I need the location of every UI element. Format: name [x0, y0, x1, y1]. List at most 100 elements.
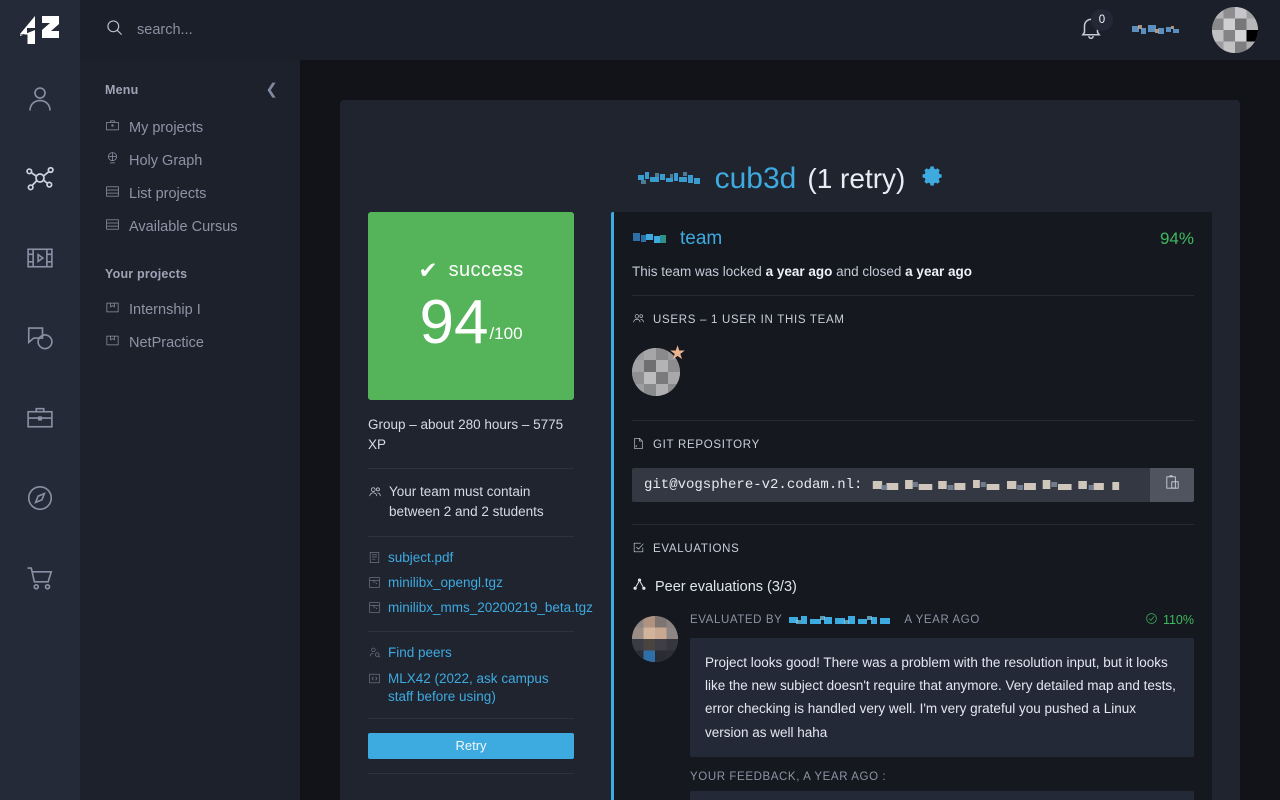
evaluation-percent: 110%	[1145, 612, 1194, 628]
divider	[368, 772, 574, 774]
copy-git-url-button[interactable]	[1150, 468, 1194, 502]
chevron-left-icon[interactable]: ❮	[265, 82, 278, 97]
file-label: minilibx_mms_20200219_beta.tgz	[388, 600, 593, 616]
blurred-username[interactable]	[1130, 22, 1186, 38]
users-section-label: USERS – 1 USER IN THIS TEAM	[632, 296, 1194, 328]
sidebar-item-label: NetPractice	[129, 334, 204, 351]
box-icon	[105, 333, 120, 352]
git-url-field[interactable]: git@vogsphere-v2.codam.nl:	[632, 468, 1151, 502]
share-icon	[632, 577, 647, 596]
checkbox-icon	[632, 541, 645, 557]
users-label-text: USERS – 1 USER IN THIS TEAM	[653, 314, 845, 326]
project-resources: Find peers MLX42 (2022, ask campus staff…	[368, 632, 574, 718]
team-requirement: Your team must contain between 2 and 2 s…	[368, 469, 574, 536]
gear-icon[interactable]	[922, 165, 944, 192]
peer-evaluations-heading: Peer evaluations (3/3)	[632, 557, 1194, 610]
retry-button[interactable]: Retry	[368, 732, 574, 759]
sidebar-item-label: Internship I	[129, 301, 201, 318]
file-code-icon	[632, 437, 645, 453]
users-icon	[368, 482, 382, 505]
check-icon: ✔	[418, 257, 438, 284]
sidebar-item-my-projects[interactable]: My projects	[80, 111, 300, 144]
project-summary-column: ✔ success 94 /100 Group – about 280 hour…	[368, 212, 593, 800]
git-label-text: GIT REPOSITORY	[653, 439, 760, 451]
score-max: /100	[489, 323, 523, 343]
git-repository-row: git@vogsphere-v2.codam.nl:	[632, 453, 1194, 524]
project-name: cub3d	[714, 161, 797, 195]
main-content: cub3d (1 retry) ✔ success 94 /100 Group …	[300, 0, 1280, 800]
sidebar-item-internship-i[interactable]: Internship I	[80, 293, 300, 326]
page-root: Menu ❮ My projects Holy Graph List proje…	[0, 0, 1280, 800]
status-prefix: This team was locked	[632, 264, 766, 279]
briefcase-icon	[105, 118, 120, 137]
sidebar-item-label: My projects	[129, 119, 204, 136]
users-icon	[632, 312, 645, 328]
user-avatar[interactable]	[1212, 7, 1258, 53]
sidebar: Menu ❮ My projects Holy Graph List proje…	[80, 0, 300, 800]
your-projects-title: Your projects	[105, 267, 188, 281]
blurred-username-title	[635, 167, 704, 190]
git-url-text: git@vogsphere-v2.codam.nl:	[644, 477, 863, 493]
locked-when: a year ago	[765, 264, 833, 279]
evaluation-percent-text: 110%	[1162, 613, 1194, 627]
box-icon	[105, 300, 120, 319]
sidebar-item-netpractice[interactable]: NetPractice	[80, 326, 300, 359]
evaluation-entry: EVALUATED BY A YEAR AGO 110% Project loo…	[632, 610, 1194, 800]
rail-item-jobs[interactable]	[0, 380, 80, 460]
closed-when: a year ago	[905, 264, 972, 279]
file-link-subject[interactable]: subject.pdf	[368, 549, 574, 569]
retry-area: Retry	[368, 719, 574, 773]
user-search-icon	[368, 644, 381, 664]
avatar[interactable]: ★	[632, 344, 686, 396]
file-link-minilibx-mms[interactable]: minilibx_mms_20200219_beta.tgz	[368, 599, 593, 619]
file-label: subject.pdf	[388, 549, 454, 565]
page-title: cub3d (1 retry)	[368, 100, 1212, 212]
panel-columns: ✔ success 94 /100 Group – about 280 hour…	[368, 212, 1212, 800]
blurred-team-avatar	[632, 230, 668, 248]
team-column: team 94% This team was locked a year ago…	[611, 212, 1212, 800]
archive-icon	[368, 574, 381, 594]
compass-icon	[25, 483, 55, 518]
search-input[interactable]	[137, 22, 457, 38]
clipboard-icon	[1164, 474, 1181, 496]
menu-title: Menu	[105, 82, 139, 97]
avatar[interactable]	[632, 616, 678, 662]
file-link-minilibx-opengl[interactable]: minilibx_opengl.tgz	[368, 574, 574, 594]
film-icon	[25, 243, 55, 278]
team-link[interactable]: team	[680, 228, 722, 250]
blurred-evaluator-name	[787, 613, 900, 627]
team-status: This team was locked a year ago and clos…	[632, 250, 1194, 295]
rail-item-shop[interactable]	[0, 540, 80, 620]
evaluation-body: EVALUATED BY A YEAR AGO 110% Project loo…	[690, 610, 1194, 800]
network-icon	[24, 162, 56, 199]
sidebar-your-projects-list: Internship I NetPractice	[80, 289, 300, 359]
logo-42[interactable]	[0, 0, 80, 60]
rail-item-holy-graph[interactable]	[0, 140, 80, 220]
project-retry-count: (1 retry)	[807, 162, 906, 194]
team-header: team 94%	[632, 228, 1194, 250]
score-row: 94 /100	[419, 292, 523, 354]
mlx42-link[interactable]: MLX42 (2022, ask campus staff before usi…	[368, 670, 574, 706]
rail-item-explore[interactable]	[0, 460, 80, 540]
rail-item-forum[interactable]	[0, 300, 80, 380]
sidebar-item-holy-graph[interactable]: Holy Graph	[80, 144, 300, 177]
evaluations-label-text: EVALUATIONS	[653, 543, 740, 555]
document-icon	[368, 549, 381, 569]
your-feedback-label: YOUR FEEDBACK, A YEAR AGO :	[690, 770, 887, 783]
status-badge: ✔ success	[418, 259, 523, 282]
team-requirement-text: Your team must contain between 2 and 2 s…	[389, 484, 544, 520]
your-feedback-text: Maarten tested everything thoroughly, an…	[690, 790, 1194, 800]
notifications-button[interactable]: 0	[1078, 8, 1113, 46]
sidebar-item-available-cursus[interactable]: Available Cursus	[80, 210, 300, 243]
find-peers-link[interactable]: Find peers	[368, 644, 574, 664]
resource-label: MLX42 (2022, ask campus staff before usi…	[388, 670, 549, 704]
rail-item-elearning[interactable]	[0, 220, 80, 300]
project-files: subject.pdf minilibx_opengl.tgz minilibx…	[368, 537, 593, 632]
search-icon	[105, 18, 124, 42]
sidebar-item-list-projects[interactable]: List projects	[80, 177, 300, 210]
icon-rail	[0, 0, 80, 800]
sidebar-menu-list: My projects Holy Graph List projects Ava…	[80, 107, 300, 243]
search-area	[80, 18, 457, 42]
globe-icon	[105, 151, 120, 170]
rail-item-profile[interactable]	[0, 60, 80, 140]
